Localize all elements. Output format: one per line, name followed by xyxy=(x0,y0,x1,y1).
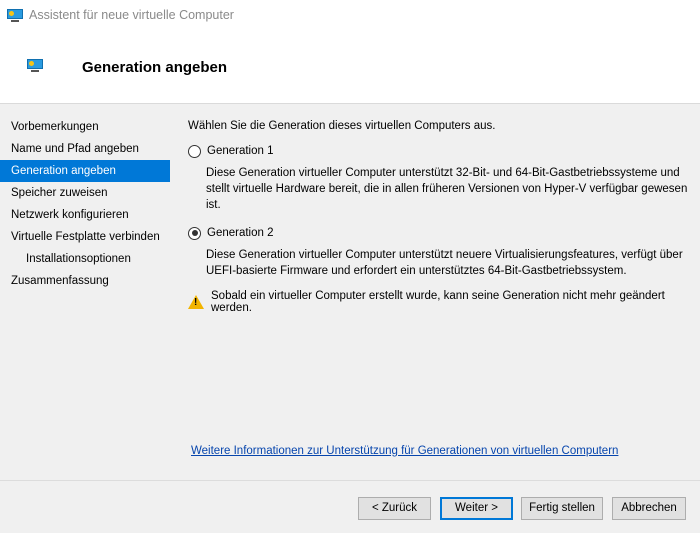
generation-2-label[interactable]: Generation 2 xyxy=(207,227,274,239)
step-speicher[interactable]: Speicher zuweisen xyxy=(0,182,170,204)
warning-icon: ! xyxy=(188,295,204,309)
page-title: Generation angeben xyxy=(82,59,228,76)
cancel-button[interactable]: Abbrechen xyxy=(612,497,686,520)
generation-2-description: Diese Generation virtueller Computer unt… xyxy=(206,249,683,277)
back-button[interactable]: < Zurück xyxy=(358,497,431,520)
step-vorbemerkungen[interactable]: Vorbemerkungen xyxy=(0,116,170,138)
finish-button[interactable]: Fertig stellen xyxy=(521,497,603,520)
footer-divider xyxy=(0,480,700,481)
radio-button-selected[interactable] xyxy=(188,226,201,240)
step-name-pfad[interactable]: Name und Pfad angeben xyxy=(0,138,170,160)
virtual-machine-icon xyxy=(7,8,23,22)
generation-1-description: Diese Generation virtueller Computer unt… xyxy=(206,167,688,211)
step-zusammenfassung[interactable]: Zusammenfassung xyxy=(0,270,170,292)
generation-1-radio[interactable]: Generation 1 xyxy=(188,142,688,160)
radio-button[interactable] xyxy=(188,144,201,158)
warning-message: ! Sobald ein virtueller Computer erstell… xyxy=(188,290,688,314)
virtual-machine-icon xyxy=(27,59,43,72)
more-info-link[interactable]: Weitere Informationen zur Unterstützung … xyxy=(191,445,618,457)
step-festplatte[interactable]: Virtuelle Festplatte verbinden xyxy=(0,226,170,248)
step-installationsoptionen[interactable]: Installationsoptionen xyxy=(0,248,170,270)
next-button[interactable]: Weiter > xyxy=(440,497,513,520)
window-title: Assistent für neue virtuelle Computer xyxy=(29,8,234,22)
wizard-steps: Vorbemerkungen Name und Pfad angeben Gen… xyxy=(0,116,170,292)
main-content: Wählen Sie die Generation dieses virtuel… xyxy=(188,120,688,314)
step-generation[interactable]: Generation angeben xyxy=(0,160,170,182)
generation-1-label[interactable]: Generation 1 xyxy=(207,145,274,157)
step-netzwerk[interactable]: Netzwerk konfigurieren xyxy=(0,204,170,226)
title-bar: Assistent für neue virtuelle Computer xyxy=(0,0,700,30)
warning-text: Sobald ein virtueller Computer erstellt … xyxy=(211,290,665,314)
generation-2-radio[interactable]: Generation 2 xyxy=(188,224,688,242)
intro-text: Wählen Sie die Generation dieses virtuel… xyxy=(188,120,496,132)
wizard-header: Generation angeben xyxy=(0,30,700,104)
